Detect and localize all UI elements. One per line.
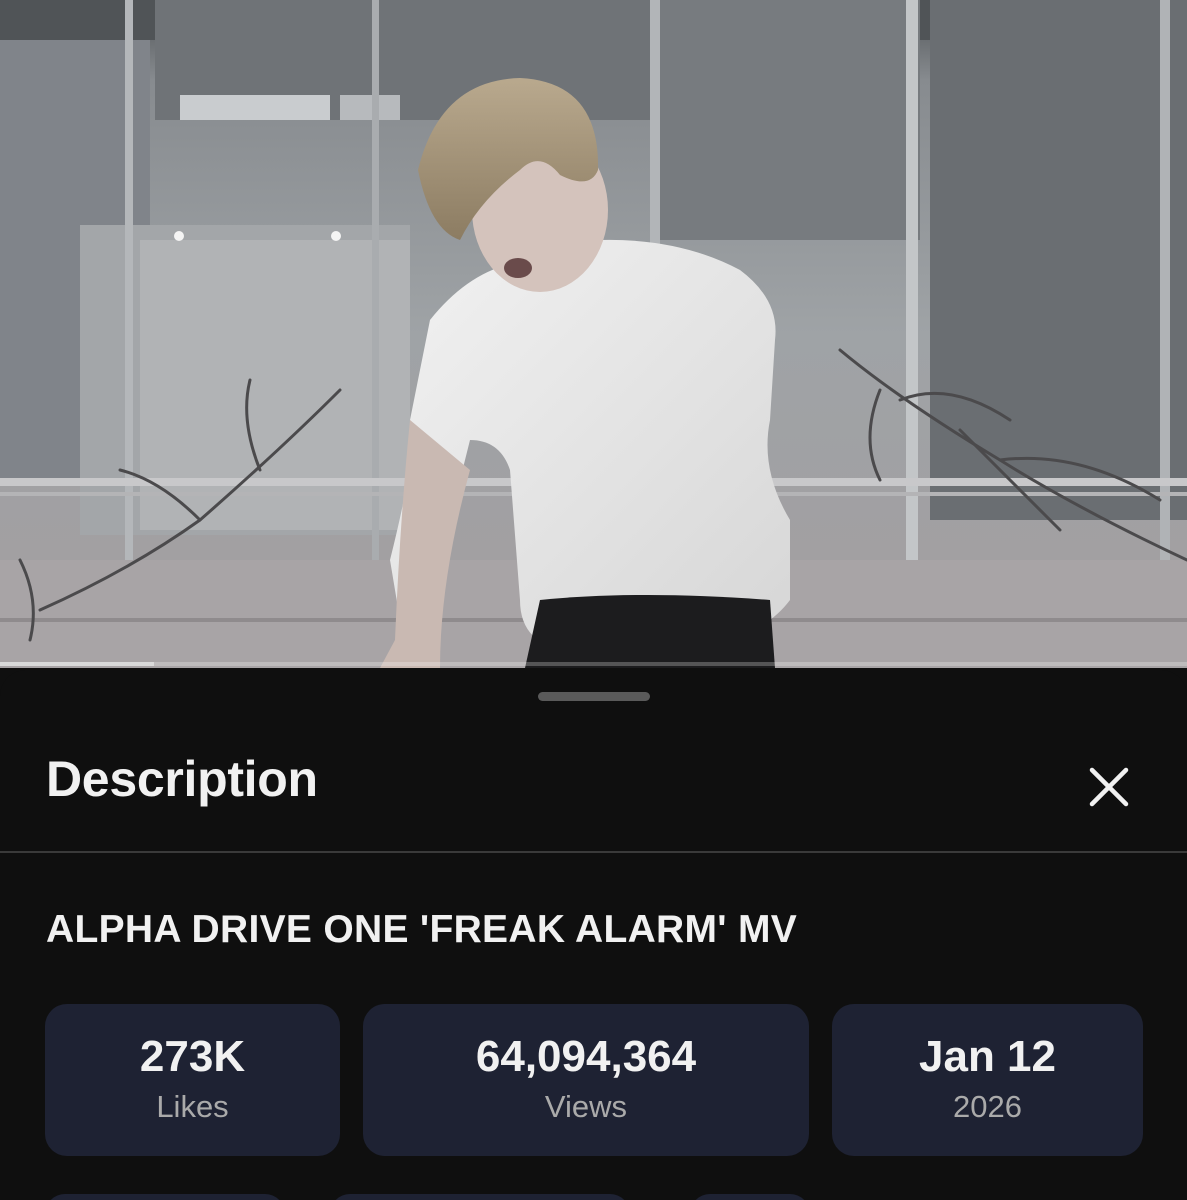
close-button[interactable] — [1082, 760, 1136, 814]
likes-stat: 273K Likes — [45, 1004, 340, 1156]
video-title: ALPHA DRIVE ONE 'FREAK ALARM' MV — [46, 908, 798, 951]
views-label: Views — [544, 1089, 628, 1124]
description-sheet: Description ALPHA DRIVE ONE 'FREAK ALARM… — [0, 670, 1187, 1200]
views-stat: 64,094,364 Views — [363, 1004, 809, 1156]
drag-handle[interactable] — [538, 692, 650, 701]
likes-count: 273K — [139, 1032, 246, 1081]
views-count: 64,094,364 — [475, 1032, 697, 1081]
chip[interactable] — [690, 1194, 810, 1200]
video-frame — [0, 0, 1187, 668]
divider — [0, 851, 1187, 853]
upload-date: Jan 12 — [919, 1032, 1056, 1081]
video-player[interactable] — [0, 0, 1187, 668]
chip[interactable] — [330, 1194, 630, 1200]
upload-year: 2026 — [953, 1089, 1022, 1124]
close-icon — [1089, 767, 1129, 807]
chip[interactable] — [45, 1194, 285, 1200]
likes-label: Likes — [156, 1089, 229, 1124]
video-progress-fill — [0, 662, 155, 666]
sheet-title: Description — [46, 751, 318, 807]
video-progress-bar[interactable] — [0, 662, 1187, 666]
screen: Description ALPHA DRIVE ONE 'FREAK ALARM… — [0, 0, 1187, 1200]
date-stat: Jan 12 2026 — [832, 1004, 1143, 1156]
